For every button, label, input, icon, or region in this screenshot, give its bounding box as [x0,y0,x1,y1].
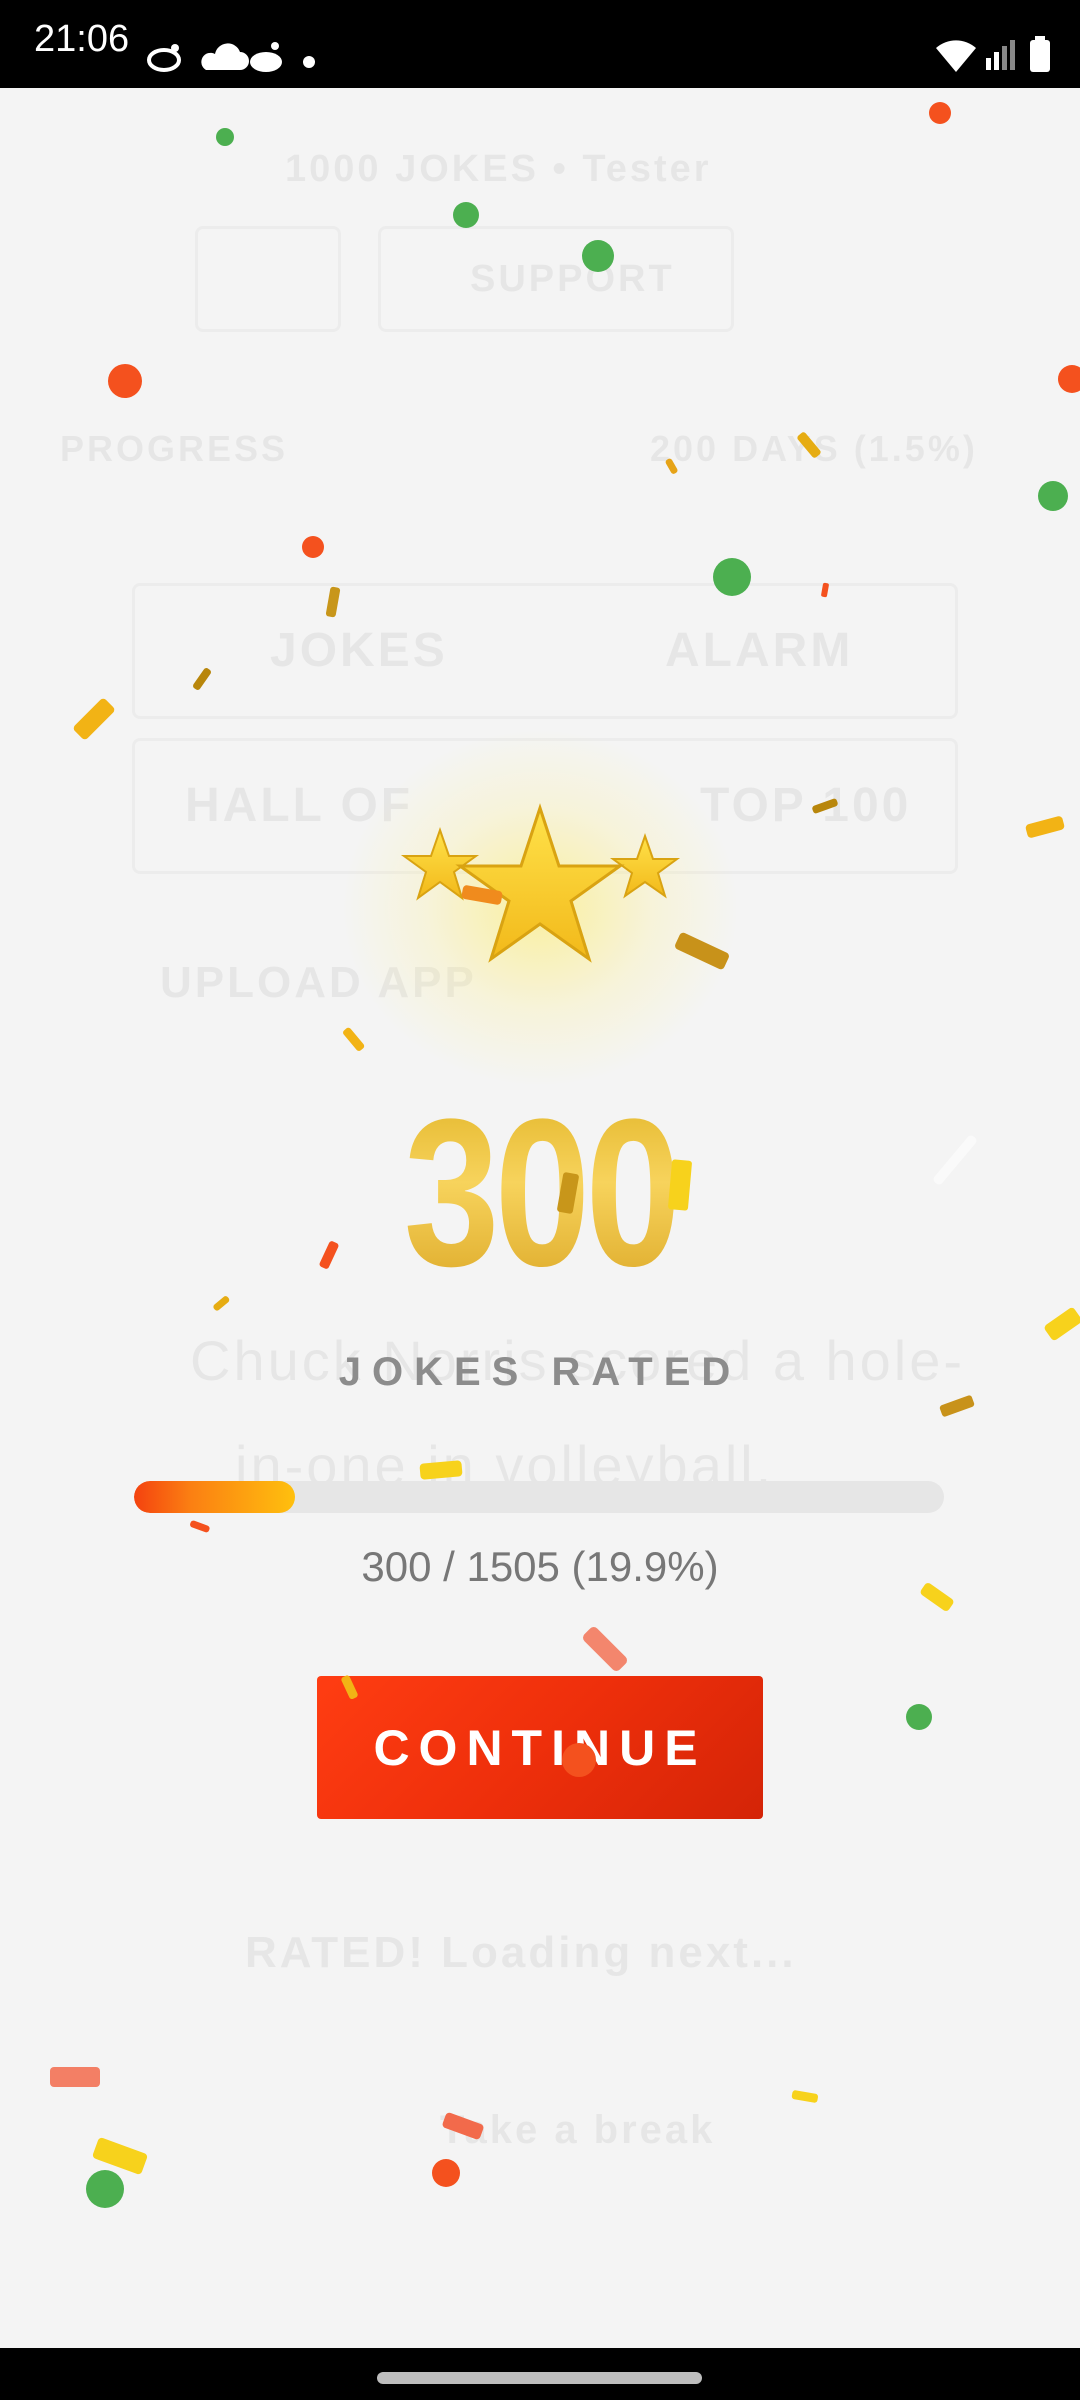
signal-icon [986,40,1015,70]
navigation-bar [0,2348,1080,2400]
status-time: 21:06 [34,18,130,60]
system-icons [936,36,1050,72]
cloud-icon [201,43,249,70]
progress-text: 300 / 1505 (19.9%) [361,1543,719,1590]
stars-icon [400,803,681,963]
reddit-icon [250,42,282,72]
reddit-bird-icon [147,44,181,72]
small-star-right-icon [609,832,681,899]
battery-icon [1030,36,1050,72]
notification-icons [147,42,315,72]
continue-button[interactable]: CONTINUE [317,1676,763,1819]
milestone-overlay: 300 JOKES RATED 300 / 1505 (19.9%) CONTI… [0,88,1080,2348]
dot-icon [303,56,315,68]
jokes-rated-caption: JOKES RATED [338,1350,742,1394]
large-star-icon [455,803,625,963]
home-gesture-handle[interactable] [377,2372,702,2384]
status-bar: 21:06 [0,0,1080,88]
small-star-left-icon [400,826,480,901]
progress-bar [134,1481,944,1513]
jokes-rated-count: 300 [97,1088,983,1298]
wifi-icon [936,40,976,72]
progress-fill [134,1481,296,1513]
